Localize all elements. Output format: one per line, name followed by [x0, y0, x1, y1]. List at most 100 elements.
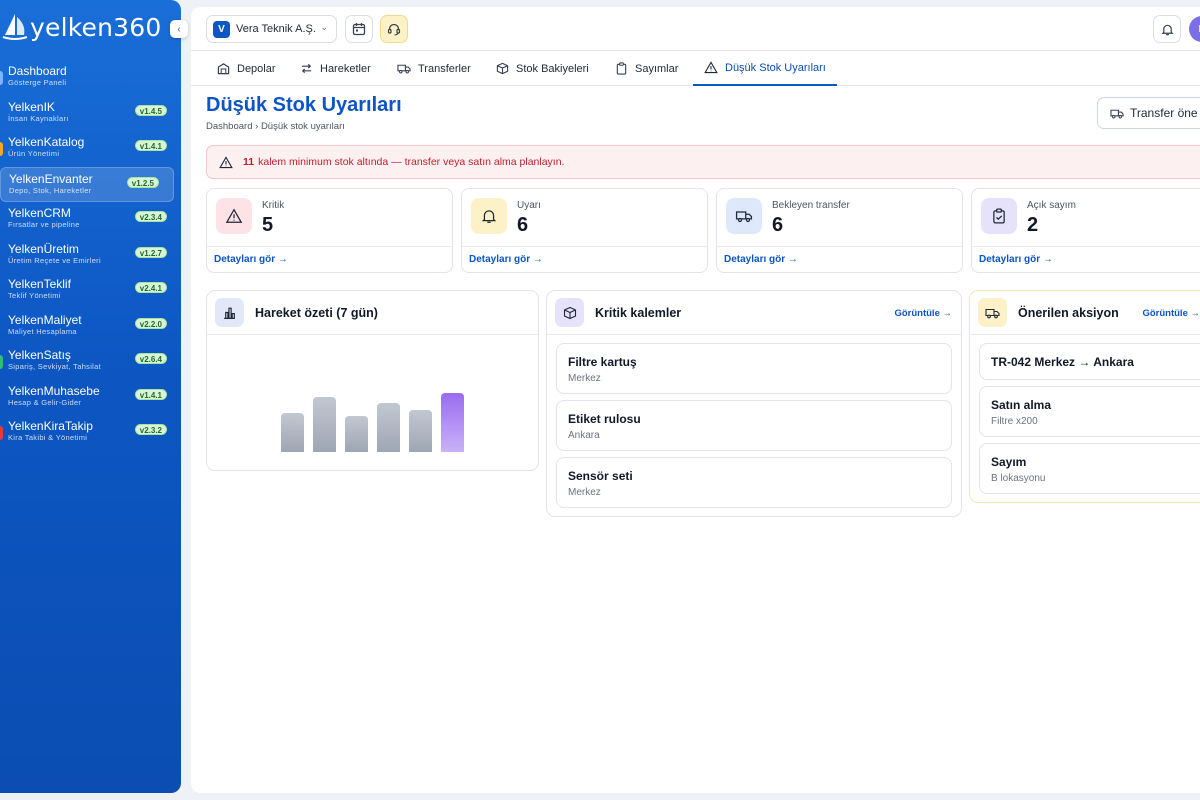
tab-label: Depolar	[237, 62, 276, 75]
notifications-button[interactable]	[1153, 15, 1181, 43]
breadcrumb: Dashboard › Düşük stok uyarıları	[206, 121, 345, 132]
item-title: Filtre kartuş	[568, 355, 637, 369]
sidebar-item-dashboard[interactable]: Dashboard Gösterge Paneli	[0, 60, 181, 96]
status-dot	[0, 71, 3, 85]
kpi-details-link[interactable]: Detayları gör →	[207, 246, 452, 273]
kpi-label: Açık sayım	[1027, 200, 1076, 211]
logo-text: yelken360	[30, 12, 162, 42]
movement-summary-card: Hareket özeti (7 gün)	[206, 290, 539, 471]
sidebar-item-yelkenmaliyet[interactable]: YelkenMaliyet Maliyet Hesaplama v2.2.0	[0, 309, 181, 345]
warehouse-icon	[217, 63, 230, 75]
tab-label: Hareketler	[320, 62, 371, 75]
kpi-details-link[interactable]: Detayları gör →	[717, 246, 962, 273]
view-link[interactable]: Görüntüle →	[1142, 308, 1200, 319]
action-detail: Filtre x200	[991, 416, 1038, 427]
sidebar-item-yelkenik[interactable]: YelkenIK İnsan Kaynakları v1.4.5	[0, 96, 181, 132]
kpi-label: Bekleyen transfer	[772, 200, 850, 211]
warning-icon	[225, 208, 243, 223]
kpi-value: 6	[772, 214, 784, 236]
list-item[interactable]: Sayım B lokasyonu	[979, 443, 1200, 494]
sidebar-item-yelkenuretim[interactable]: YelkenÜretim Üretim Reçete ve Emirleri v…	[0, 238, 181, 274]
status-dot	[0, 355, 3, 369]
card-header: Önerilen aksiyon Görüntüle →	[970, 291, 1200, 335]
arrows-icon	[301, 63, 312, 74]
box-icon	[496, 62, 509, 75]
clipboard-icon	[616, 62, 627, 75]
tab-bar: Depolar Hareketler Transferler Stok Baki…	[191, 51, 1200, 86]
breadcrumb-separator: ›	[255, 121, 259, 132]
sidebar-item-yelkensatis[interactable]: YelkenSatış Sipariş, Sevkiyat, Tahsilat …	[0, 344, 181, 380]
user-avatar[interactable]: D	[1189, 16, 1200, 42]
list-item[interactable]: Filtre kartuş Merkez	[556, 343, 952, 394]
list-item[interactable]: Satın alma Filtre x200	[979, 386, 1200, 437]
box-icon	[563, 306, 576, 319]
sidebar-item-yelkenkiratakip[interactable]: YelkenKiraTakip Kira Takibi & Yönetimi v…	[0, 415, 181, 451]
kpi-icon-box	[981, 198, 1017, 234]
bell-icon	[1160, 24, 1174, 35]
low-stock-alert: 11 kalem minimum stok altında — transfer…	[206, 145, 1200, 179]
tab-label: Stok Bakiyeleri	[516, 62, 589, 75]
tab-dusuk-stok-uyarilari[interactable]: Düşük Stok Uyarıları	[693, 51, 837, 86]
sidebar-item-yelkenkatalog[interactable]: YelkenKatalog Ürün Yönetimi v1.4.1	[0, 131, 181, 167]
list-item[interactable]: TR-042 Merkez → Ankara	[979, 343, 1200, 380]
app-logo[interactable]: yelken360	[2, 10, 161, 44]
alert-text: kalem minimum stok altında — transfer ve…	[258, 156, 565, 168]
card-title: Hareket özeti (7 gün)	[255, 306, 378, 320]
calendar-button[interactable]	[345, 15, 373, 43]
version-badge: v2.3.2	[134, 424, 167, 435]
tab-stok-bakiyeleri[interactable]: Stok Bakiyeleri	[496, 51, 589, 86]
list-item[interactable]: Etiket rulosu Ankara	[556, 400, 952, 451]
list-item[interactable]: Sensör seti Merkez	[556, 457, 952, 508]
company-selector[interactable]: V Vera Teknik A.Ş. ⌄	[206, 15, 337, 43]
kpi-value: 2	[1027, 214, 1039, 236]
kpi-label: Uyarı	[517, 200, 541, 211]
chart-bar	[441, 393, 464, 452]
kpi-card-uyari: Uyarı 6 Detayları gör →	[461, 188, 708, 273]
version-badge: v1.4.1	[134, 388, 167, 400]
kpi-icon-box	[471, 198, 507, 234]
action-title: Satın alma	[991, 398, 1052, 412]
suggested-actions-card: Önerilen aksiyon Görüntüle → TR-042 Merk…	[969, 290, 1200, 503]
sidebar-item-yelkenmuhasebe[interactable]: YelkenMuhasebe Hesap & Gelir-Gider v1.4.…	[0, 380, 181, 416]
tab-label: Sayımlar	[635, 62, 679, 75]
warning-icon	[704, 61, 718, 74]
card-title: Kritik kalemler	[595, 306, 682, 320]
calendar-icon	[352, 23, 366, 36]
version-badge: v2.6.4	[134, 353, 167, 364]
kpi-details-link[interactable]: Detayları gör →	[972, 246, 1200, 273]
card-icon-box	[555, 298, 584, 327]
tab-depolar[interactable]: Depolar	[217, 51, 276, 86]
card-icon-box	[215, 298, 244, 327]
breadcrumb-home[interactable]: Dashboard	[206, 121, 252, 132]
item-title: Sensör seti	[568, 469, 633, 483]
company-name: Vera Teknik A.Ş.	[236, 23, 316, 35]
sidebar-collapse-button[interactable]: ‹	[170, 20, 188, 38]
status-dot	[0, 426, 3, 440]
kpi-details-link[interactable]: Detayları gör →	[462, 246, 707, 273]
tab-transferler[interactable]: Transferler	[397, 51, 471, 86]
version-badge: v2.2.0	[134, 317, 167, 329]
version-badge: v2.3.4	[134, 211, 167, 222]
card-icon-box	[978, 298, 1007, 327]
movement-bar-chart	[207, 335, 538, 471]
sidebar-item-title: Dashboard	[8, 64, 67, 78]
kpi-card-acik-sayim: Açık sayım 2 Detayları gör →	[971, 188, 1200, 273]
view-link[interactable]: Görüntüle →	[894, 308, 952, 319]
version-badge: v1.4.1	[134, 140, 167, 151]
page-title: Düşük Stok Uyarıları	[206, 94, 402, 116]
sidebar-item-yelkenteklif[interactable]: YelkenTeklif Teklif Yönetimi v2.4.1	[0, 273, 181, 309]
tab-sayimlar[interactable]: Sayımlar	[615, 51, 678, 86]
bar-chart-icon	[224, 307, 235, 319]
sidebar-item-yelkencrm[interactable]: YelkenCRM Fırsatlar ve pipeline v2.3.4	[0, 202, 181, 238]
card-header: Hareket özeti (7 gün)	[207, 291, 538, 335]
tab-hareketler[interactable]: Hareketler	[300, 51, 371, 86]
sidebar-item-yelkenenvanter[interactable]: YelkenEnvanter Depo, Stok, Hareketler v1…	[0, 166, 174, 202]
critical-items-card: Kritik kalemler Görüntüle → Filtre kartu…	[546, 290, 962, 517]
warning-icon	[219, 155, 233, 168]
transfer-suggest-button[interactable]: Transfer öne	[1097, 97, 1200, 129]
kpi-value: 6	[517, 214, 529, 236]
item-location: Ankara	[568, 430, 600, 441]
topbar: V Vera Teknik A.Ş. ⌄ D	[191, 7, 1200, 51]
version-badge: v1.2.7	[134, 246, 167, 258]
support-button[interactable]	[380, 15, 408, 43]
